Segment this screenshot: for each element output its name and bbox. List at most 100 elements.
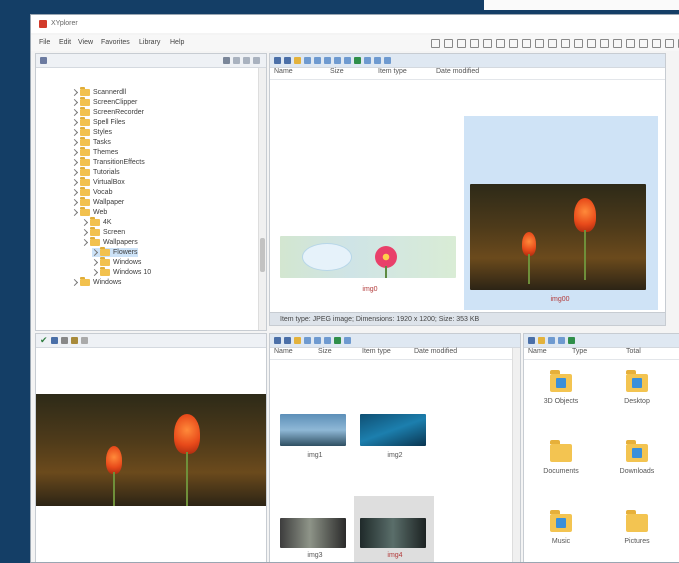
folder-tile[interactable]: Music [536, 510, 586, 545]
toolbar-icon[interactable] [470, 39, 479, 48]
tree-item[interactable]: TransitionEffects [70, 157, 145, 167]
refresh-icon[interactable] [354, 57, 361, 64]
tree-item[interactable]: Tasks [70, 137, 111, 147]
toolbar-icon[interactable] [639, 39, 648, 48]
expand-chevron-icon[interactable] [70, 118, 79, 127]
toolbar-icon[interactable] [496, 39, 505, 48]
tree-item[interactable]: Vocab [70, 187, 112, 197]
toolbar-icon[interactable] [561, 39, 570, 48]
expand-chevron-icon[interactable] [70, 178, 79, 187]
menu-edit[interactable]: Edit [59, 39, 71, 46]
tree-item[interactable]: Screen [80, 227, 125, 237]
expand-chevron-icon[interactable] [70, 108, 79, 117]
tree-item[interactable]: Flowers [90, 247, 138, 257]
thumbnail-item[interactable]: img0 [280, 236, 460, 302]
toolbar-icon[interactable] [457, 39, 466, 48]
column-name[interactable]: Name [270, 68, 326, 79]
expand-chevron-icon[interactable] [70, 168, 79, 177]
folder-tile[interactable]: Pictures [612, 510, 662, 545]
thumbnail-item[interactable]: img2 [360, 414, 430, 464]
expand-chevron-icon[interactable] [80, 228, 89, 237]
image-icon[interactable] [50, 337, 58, 344]
expand-chevron-icon[interactable] [70, 188, 79, 197]
up-folder-icon[interactable] [294, 337, 301, 344]
expand-chevron-icon[interactable] [70, 278, 79, 287]
search-icon[interactable] [344, 337, 351, 344]
column-name[interactable]: Name [524, 348, 568, 359]
view-icon[interactable] [324, 57, 331, 64]
toolbar-icon[interactable] [548, 39, 557, 48]
rotate-icon[interactable] [60, 337, 68, 344]
toolbar-icon[interactable] [431, 39, 440, 48]
expand-chevron-icon[interactable] [70, 138, 79, 147]
tree-item[interactable]: Styles [70, 127, 112, 137]
column-total[interactable]: Total [622, 348, 666, 359]
thumbnails-icon[interactable] [384, 57, 391, 64]
expand-chevron-icon[interactable] [70, 158, 79, 167]
thumbnail-item-selected[interactable]: img4 [360, 518, 430, 562]
expand-chevron-icon[interactable] [70, 198, 79, 207]
tree-scrollbar[interactable] [258, 68, 266, 330]
toolbar-icon[interactable] [587, 39, 596, 48]
menu-favorites[interactable]: Favorites [101, 39, 130, 46]
column-type[interactable]: Item type [358, 348, 410, 359]
expand-chevron-icon[interactable] [90, 268, 99, 277]
expand-chevron-icon[interactable] [70, 98, 79, 107]
tree-item[interactable]: 4K [80, 217, 112, 227]
paste-icon[interactable] [314, 57, 321, 64]
toolbar-icon[interactable] [522, 39, 531, 48]
tree-item[interactable]: VirtualBox [70, 177, 125, 187]
tree-item[interactable]: ScreenRecorder [70, 107, 144, 117]
tree-item[interactable]: Windows 10 [90, 267, 151, 277]
tree-scroll-thumb[interactable] [260, 238, 265, 272]
toolbar-icon[interactable] [535, 39, 544, 48]
close-icon[interactable] [253, 57, 260, 64]
expand-chevron-icon[interactable] [70, 128, 79, 137]
file-list-scrollbar[interactable] [512, 348, 520, 562]
copy-icon[interactable] [304, 337, 311, 344]
checkmark-icon[interactable]: ✔ [40, 336, 48, 345]
toolbar-icon[interactable] [626, 39, 635, 48]
toolbar-icon[interactable] [444, 39, 453, 48]
tree-item[interactable]: Wallpapers [80, 237, 138, 247]
expand-chevron-icon[interactable] [90, 258, 99, 267]
sort-icon[interactable] [334, 57, 341, 64]
settings-icon[interactable] [243, 57, 250, 64]
tree-item[interactable]: Spell Files [70, 117, 125, 127]
column-size[interactable]: Size [314, 348, 358, 359]
columns-icon[interactable] [233, 57, 240, 64]
folder-tile[interactable]: Downloads [612, 440, 662, 475]
toolbar-icon[interactable] [574, 39, 583, 48]
tree-item[interactable]: Web [70, 207, 107, 217]
column-size[interactable]: Size [326, 68, 374, 79]
tree-item[interactable]: Windows [90, 257, 141, 267]
folder-tile[interactable]: Documents [536, 440, 586, 475]
column-type[interactable]: Type [568, 348, 622, 359]
back-icon[interactable] [528, 337, 535, 344]
column-date[interactable]: Date modified [410, 348, 474, 359]
search-icon[interactable] [364, 57, 371, 64]
expand-chevron-icon[interactable] [70, 148, 79, 157]
refresh-icon[interactable] [334, 337, 341, 344]
tree-item[interactable]: Wallpaper [70, 197, 124, 207]
expand-chevron-icon[interactable] [70, 208, 79, 217]
back-icon[interactable] [274, 57, 281, 64]
menu-library[interactable]: Library [139, 39, 160, 46]
view-icon[interactable] [558, 337, 565, 344]
column-name[interactable]: Name [270, 348, 314, 359]
folder-tile[interactable]: Desktop [612, 370, 662, 405]
toolbar-icon[interactable] [509, 39, 518, 48]
tree-item[interactable]: Themes [70, 147, 118, 157]
expand-chevron-icon[interactable] [90, 248, 99, 257]
filter-icon[interactable] [223, 57, 230, 64]
forward-icon[interactable] [284, 337, 291, 344]
column-type[interactable]: Item type [374, 68, 432, 79]
menu-help[interactable]: Help [170, 39, 184, 46]
menu-view[interactable]: View [78, 39, 93, 46]
back-icon[interactable] [274, 337, 281, 344]
up-folder-icon[interactable] [538, 337, 545, 344]
expand-chevron-icon[interactable] [80, 238, 89, 247]
layout-icon[interactable] [374, 57, 381, 64]
tree-item[interactable]: ScreenClipper [70, 97, 137, 107]
forward-icon[interactable] [284, 57, 291, 64]
